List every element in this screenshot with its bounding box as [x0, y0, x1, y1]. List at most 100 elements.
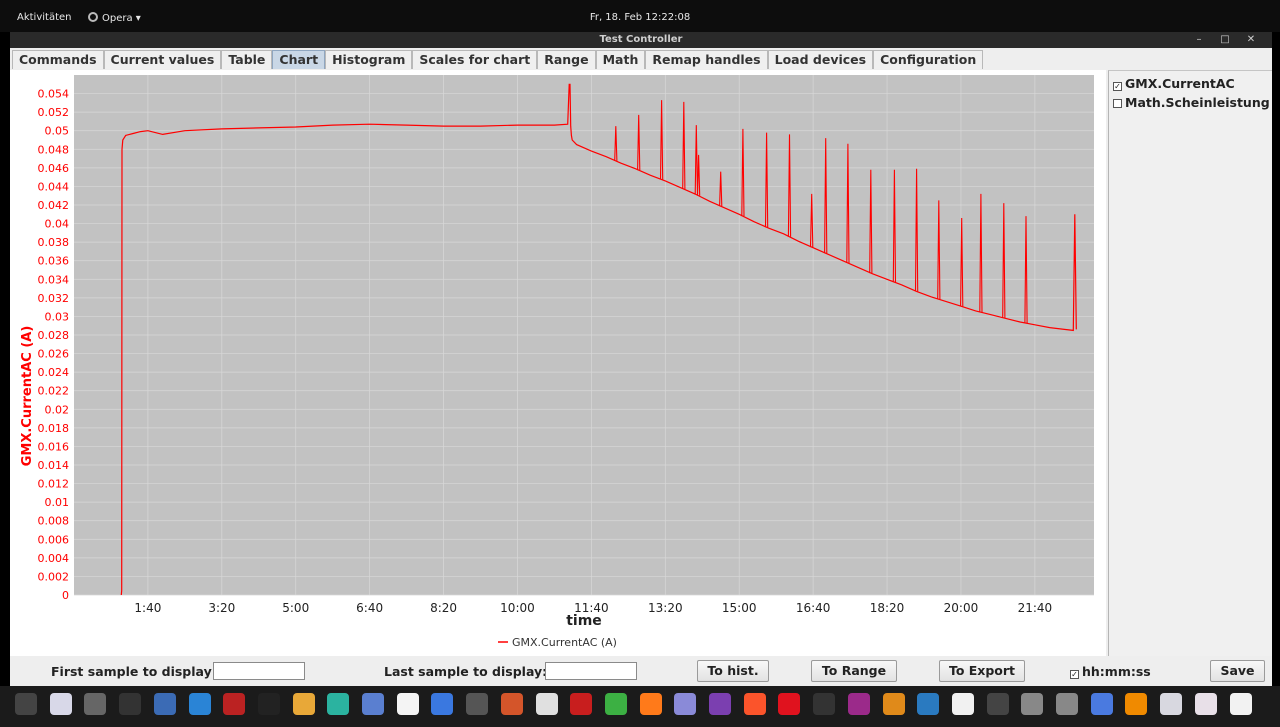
- tab-math[interactable]: Math: [595, 50, 646, 69]
- y-tick-label: 0.006: [38, 533, 70, 546]
- x-axis-label: time: [566, 613, 602, 629]
- test-controller-window: Test Controller – □ ✕ Commands Current valu…: [10, 32, 1272, 686]
- series-list-panel: ✓ GMX.CurrentAC Math.Scheinleistung: [1108, 70, 1272, 656]
- tab-current-values[interactable]: Current values: [103, 50, 222, 69]
- y-tick-label: 0.042: [38, 199, 70, 212]
- y-tick-label: 0.002: [38, 570, 70, 583]
- audacity-icon[interactable]: [951, 693, 974, 715]
- maximize-button[interactable]: □: [1212, 32, 1238, 48]
- tab-commands[interactable]: Commands: [12, 50, 104, 69]
- calc-icon[interactable]: [1056, 693, 1078, 715]
- legend-label: GMX.CurrentAC (A): [512, 636, 617, 649]
- finder-icon[interactable]: [535, 693, 558, 715]
- mail-icon[interactable]: [362, 693, 384, 715]
- calc-icon[interactable]: [1021, 693, 1044, 715]
- series-label: GMX.CurrentAC: [1125, 76, 1235, 91]
- tab-scales-for-chart[interactable]: Scales for chart: [412, 50, 538, 69]
- disk-icon[interactable]: [1160, 693, 1183, 715]
- minimize-button[interactable]: –: [1186, 32, 1212, 48]
- y-tick-label: 0.026: [38, 348, 70, 361]
- kodi-icon[interactable]: [917, 693, 940, 715]
- to-hist-button[interactable]: To hist.: [697, 660, 769, 682]
- app-icon[interactable]: [986, 693, 1009, 715]
- hhmmss-checkbox[interactable]: ✓: [1070, 670, 1079, 679]
- chart-panel: 0 0.002 0.004 0.006 0.008 0.01 0.012 0.014 0.016…: [10, 70, 1106, 656]
- series-checkbox[interactable]: ✓: [1113, 82, 1122, 91]
- tab-chart[interactable]: Chart: [272, 50, 326, 69]
- python-icon[interactable]: [813, 693, 836, 715]
- tab-load-devices[interactable]: Load devices: [767, 50, 874, 69]
- appimage-icon[interactable]: [49, 693, 72, 715]
- y-tick-label: 0.032: [38, 292, 70, 305]
- vlc-icon[interactable]: [1125, 693, 1148, 715]
- apps-grid-icon[interactable]: [15, 693, 37, 715]
- window-titlebar[interactable]: Test Controller – □ ✕: [10, 32, 1272, 48]
- notes-icon[interactable]: [431, 693, 454, 715]
- close-button[interactable]: ✕: [1238, 32, 1264, 48]
- tab-remap-handles[interactable]: Remap handles: [645, 50, 768, 69]
- clock[interactable]: Fr, 18. Feb 12:22:08: [0, 12, 1280, 23]
- winrar-icon[interactable]: [847, 693, 870, 715]
- brave-icon[interactable]: [743, 693, 766, 715]
- last-sample-input[interactable]: [545, 662, 637, 680]
- save-button[interactable]: Save: [1210, 660, 1265, 682]
- tab-configuration[interactable]: Configuration: [873, 50, 984, 69]
- y-tick-label: 0.008: [38, 515, 70, 528]
- testcontroller-icon[interactable]: [1229, 693, 1252, 715]
- to-export-button[interactable]: To Export: [939, 660, 1025, 682]
- y-tick-label: 0.036: [38, 255, 70, 268]
- archive-icon[interactable]: [500, 693, 523, 715]
- series-toggle-math-scheinleistung[interactable]: Math.Scheinleistung: [1113, 94, 1270, 112]
- chart-legend: GMX.CurrentAC (A): [498, 636, 617, 649]
- android-icon[interactable]: [604, 693, 627, 715]
- chart-svg[interactable]: 0 0.002 0.004 0.006 0.008 0.01 0.012 0.014 0.016…: [10, 70, 1106, 656]
- series-label: Math.Scheinleistung: [1125, 95, 1270, 110]
- opera-icon[interactable]: [778, 693, 801, 715]
- window-icon[interactable]: [1090, 693, 1113, 715]
- firefox-icon[interactable]: [639, 693, 662, 715]
- tab-histogram[interactable]: Histogram: [325, 50, 413, 69]
- x-tick-label: 10:00: [500, 601, 535, 615]
- x-tick-label: 3:20: [208, 601, 235, 615]
- calendar-icon[interactable]: [327, 693, 350, 715]
- vscode-icon[interactable]: [188, 693, 211, 715]
- series-toggle-gmx-currentac[interactable]: ✓ GMX.CurrentAC: [1113, 75, 1235, 93]
- y-tick-label: 0.038: [38, 236, 70, 249]
- x-tick-label: 16:40: [796, 601, 831, 615]
- y-tick-label: 0.012: [38, 478, 70, 491]
- x-tick-label: 20:00: [944, 601, 979, 615]
- y-tick-label: 0.052: [38, 106, 70, 119]
- wine-icon[interactable]: [223, 693, 246, 715]
- virtualbox-icon[interactable]: [153, 693, 176, 715]
- series-checkbox[interactable]: [1113, 99, 1122, 108]
- obs-icon[interactable]: [84, 693, 107, 715]
- y-tick-label: 0.01: [45, 496, 70, 509]
- y-tick-label: 0.03: [45, 310, 70, 323]
- filezilla-icon[interactable]: [570, 693, 593, 715]
- to-range-button[interactable]: To Range: [811, 660, 897, 682]
- tab-bar: Commands Current values Table Chart Histogra…: [12, 50, 984, 69]
- first-sample-label: First sample to display:: [51, 664, 217, 679]
- app-icon[interactable]: [292, 693, 315, 715]
- tab-table[interactable]: Table: [221, 50, 273, 69]
- y-tick-label: 0.02: [45, 403, 70, 416]
- first-sample-input[interactable]: [213, 662, 305, 680]
- tor-icon[interactable]: [709, 693, 731, 715]
- y-tick-label: 0.004: [38, 552, 70, 565]
- y-tick-label: 0.044: [38, 180, 70, 193]
- document-icon[interactable]: [396, 693, 419, 715]
- hhmmss-toggle[interactable]: ✓ hh:mm:ss: [1070, 664, 1151, 679]
- x-tick-label: 1:40: [134, 601, 161, 615]
- y-tick-label: 0.028: [38, 329, 70, 342]
- y-tick-label: 0.024: [38, 366, 70, 379]
- tab-range[interactable]: Range: [537, 50, 596, 69]
- x-tick-label: 8:20: [430, 601, 457, 615]
- y-tick-label: 0.05: [45, 125, 70, 138]
- taskbar-dock: [0, 686, 1280, 727]
- terminal-icon[interactable]: [257, 693, 280, 715]
- files-icon[interactable]: [466, 693, 489, 715]
- app-icon[interactable]: [674, 693, 697, 715]
- app-icon[interactable]: [882, 693, 905, 715]
- monitor-icon[interactable]: [119, 693, 142, 715]
- chart-icon[interactable]: [1194, 693, 1217, 715]
